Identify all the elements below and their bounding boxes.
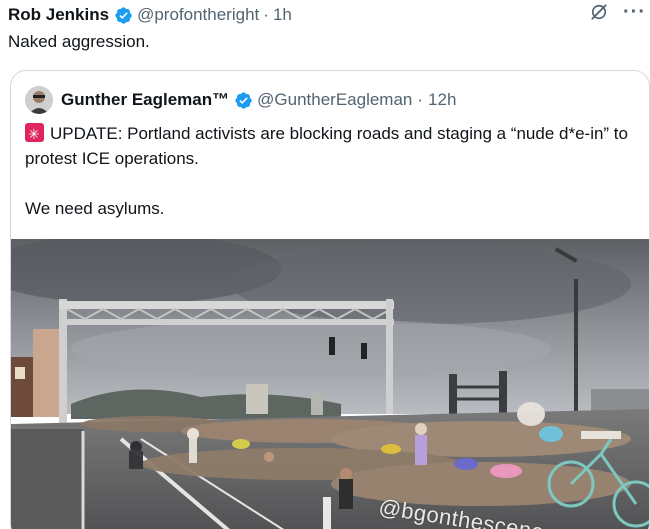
quoted-post-card[interactable]: Gunther Eagleman™ @GuntherEagleman · 12h… (10, 70, 650, 529)
quoted-post-text: UPDATE: Portland activists are blocking … (25, 121, 635, 221)
more-icon[interactable]: ··· (623, 2, 646, 22)
post-author-handle[interactable]: @profontheright (137, 5, 259, 25)
grok-icon[interactable] (589, 2, 609, 22)
post-author-name[interactable]: Rob Jenkins (8, 5, 109, 25)
post-timestamp[interactable]: 1h (273, 5, 292, 25)
avatar-image (25, 86, 53, 114)
update-icon (25, 122, 44, 147)
protest-photo (11, 239, 649, 529)
post-text: Naked aggression. (8, 32, 150, 51)
post-header: Rob Jenkins @profontheright · 1h (8, 2, 642, 28)
post-header-actions: ··· (589, 2, 646, 22)
quoted-text-line2: We need asylums. (25, 199, 165, 218)
verified-badge-icon (235, 91, 252, 109)
avatar[interactable] (25, 86, 53, 114)
quoted-post-media[interactable]: @bgonthescene (11, 239, 649, 529)
quoted-timestamp[interactable]: 12h (428, 90, 456, 110)
verified-badge-icon (115, 6, 132, 24)
quoted-author-handle[interactable]: @GuntherEagleman (257, 90, 412, 110)
post-separator: · (263, 5, 269, 24)
quoted-text-line1-wrap: UPDATE: Portland activists are blocking … (25, 121, 635, 171)
quoted-separator: · (417, 90, 424, 109)
quoted-author-name[interactable]: Gunther Eagleman™ (61, 90, 229, 110)
quoted-text-line1: UPDATE: Portland activists are blocking … (25, 124, 628, 168)
quoted-post-header: Gunther Eagleman™ @GuntherEagleman · 12h (25, 85, 456, 115)
